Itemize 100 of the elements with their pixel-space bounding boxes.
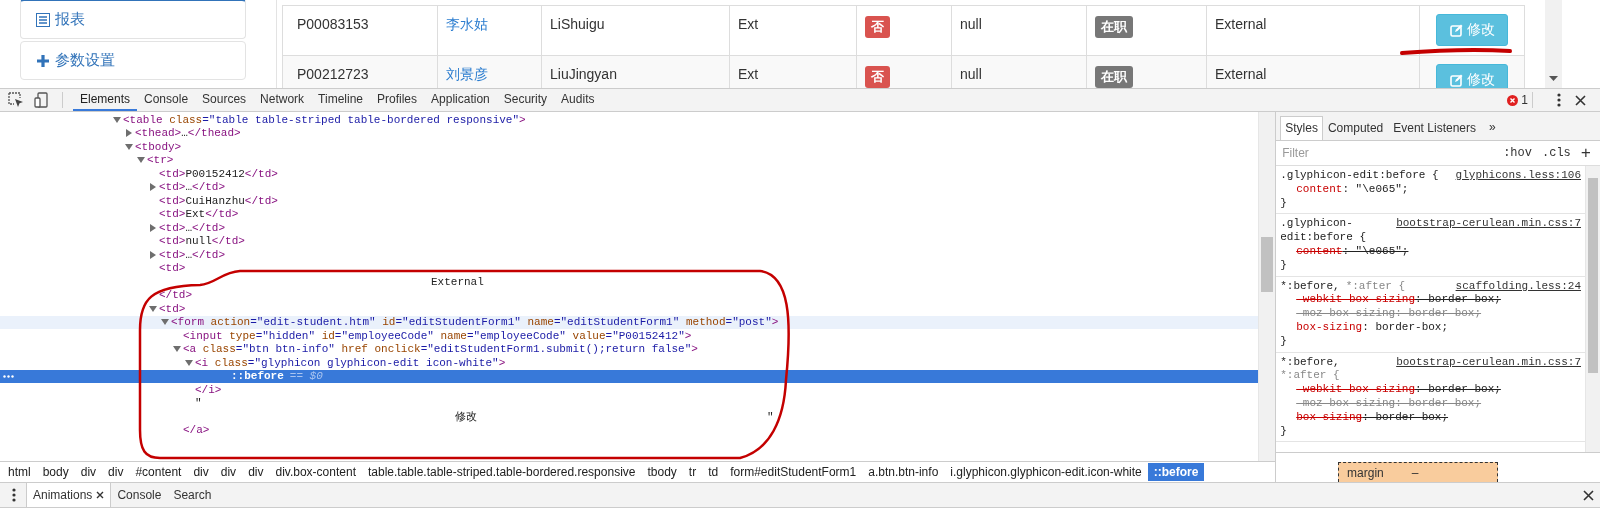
expand-triangle-icon[interactable] <box>161 318 169 327</box>
scroll-down-icon[interactable] <box>1549 76 1558 82</box>
expand-triangle-icon[interactable] <box>137 156 145 165</box>
expand-triangle-icon[interactable] <box>149 183 157 192</box>
dom-node[interactable]: <input type="hidden" id="employeeCode" name="employeeCode" value="P00152412"> <box>183 329 692 342</box>
text-node[interactable]: " <box>767 410 774 423</box>
close-icon[interactable] <box>1575 94 1586 106</box>
breadcrumb-item[interactable]: tbody <box>641 463 683 481</box>
drawer-tab[interactable]: Animations <box>26 483 112 507</box>
breadcrumb-item[interactable]: tr <box>682 463 703 481</box>
more-icon[interactable] <box>12 488 16 502</box>
dom-node[interactable]: <form action="edit-student.htm" id="editStudentForm1" name="editStudentForm1" method="post"> <box>171 316 779 329</box>
sidebar-item[interactable]: 报表 <box>20 0 246 39</box>
breadcrumb-item[interactable]: div <box>242 463 270 481</box>
expand-triangle-icon[interactable] <box>113 115 121 124</box>
expand-triangle-icon[interactable] <box>185 358 193 367</box>
close-icon[interactable] <box>96 491 105 499</box>
expand-triangle-icon[interactable] <box>149 223 157 232</box>
page-scrollbar[interactable] <box>1545 0 1562 88</box>
expand-triangle-icon[interactable] <box>125 129 133 138</box>
css-declaration[interactable]: -moz-box-sizing: border-box; <box>1280 396 1482 411</box>
breadcrumb-item[interactable]: i.glyphicon.glyphicon-edit.icon-white <box>944 463 1148 481</box>
dom-node[interactable]: <td>P00152412</td> <box>159 167 278 180</box>
expand-triangle-icon[interactable] <box>149 250 157 259</box>
devtools-tab[interactable]: Network <box>253 89 312 111</box>
source-link[interactable]: bootstrap-cerulean.min.css:7 <box>1396 217 1581 245</box>
breadcrumb-item[interactable]: div <box>74 463 103 481</box>
device-icon[interactable] <box>34 92 48 108</box>
text-node[interactable]: External <box>431 275 484 288</box>
name-link[interactable]: 刘景彦 <box>446 66 488 82</box>
expand-triangle-icon[interactable] <box>125 142 133 151</box>
dom-node[interactable]: <i class="glyphicon glyphicon-edit icon-white"> <box>195 356 506 369</box>
dom-node[interactable]: <td> <box>159 302 186 315</box>
dom-node[interactable]: <td>…</td> <box>159 181 226 194</box>
expand-triangle-icon[interactable] <box>173 345 181 354</box>
css-declaration[interactable]: box-sizing: border-box; <box>1280 320 1449 335</box>
breadcrumb-item[interactable]: form#editStudentForm1 <box>724 463 863 481</box>
styles-tab[interactable]: Computed <box>1322 116 1389 140</box>
dom-node[interactable]: <td> <box>159 262 186 275</box>
css-declaration[interactable]: content: "\e065"; <box>1280 245 1409 259</box>
styles-tab[interactable]: Event Listeners <box>1388 116 1481 140</box>
breadcrumb-item[interactable]: table.table.table-striped.table-bordered.responsive <box>361 463 642 481</box>
devtools-tab[interactable]: Timeline <box>311 89 370 111</box>
dom-node[interactable]: <tr> <box>147 154 174 167</box>
dom-node[interactable]: <td>…</td> <box>159 221 226 234</box>
hover-state-button[interactable]: :hov <box>1498 146 1537 160</box>
dom-scrollbar[interactable] <box>1258 112 1276 461</box>
breadcrumb-item[interactable]: div.box-content <box>269 463 362 481</box>
new-rule-button[interactable]: + <box>1575 143 1596 163</box>
breadcrumb-item[interactable]: #content <box>129 463 188 481</box>
dom-node[interactable]: <table class="table table-striped table-bordered responsive"> <box>123 113 526 126</box>
devtools-tab[interactable]: Console <box>137 89 196 111</box>
name-link[interactable]: 李水姑 <box>446 16 488 32</box>
error-count[interactable]: 1 <box>1521 93 1528 107</box>
dom-node[interactable]: <tbody> <box>135 140 182 153</box>
inspect-icon[interactable] <box>8 92 24 108</box>
sidebar-item[interactable]: 参数设置 <box>20 41 246 80</box>
text-node[interactable]: 修改 <box>455 409 477 425</box>
dom-node[interactable]: <td>…</td> <box>159 248 226 261</box>
dom-node[interactable]: <td>Ext</td> <box>159 208 239 221</box>
breadcrumb-item[interactable]: ::before <box>1147 463 1205 481</box>
devtools-tab[interactable]: Application <box>424 89 497 111</box>
breadcrumb-item[interactable]: div <box>214 463 243 481</box>
error-icon[interactable] <box>1507 94 1519 106</box>
css-declaration[interactable]: content: "\e065"; <box>1280 182 1409 197</box>
dom-node[interactable]: <thead>…</thead> <box>135 127 241 140</box>
css-declaration[interactable]: -moz-box-sizing: border-box; <box>1280 307 1482 321</box>
devtools-tab[interactable]: Sources <box>195 89 254 111</box>
devtools-tab[interactable]: Profiles <box>370 89 425 111</box>
breadcrumb-item[interactable]: div <box>187 463 215 481</box>
dom-node[interactable]: ::before <box>231 370 284 383</box>
drawer-tab[interactable]: Search <box>167 483 218 507</box>
breadcrumb-item[interactable]: a.btn.btn-info <box>862 463 945 481</box>
css-declaration[interactable]: -webkit-box-sizing: border-box; <box>1280 383 1501 397</box>
styles-scrollbar[interactable] <box>1585 166 1600 452</box>
dom-node[interactable]: <td>null</td> <box>159 235 245 248</box>
devtools-tab[interactable]: Audits <box>554 89 602 111</box>
css-declaration[interactable]: -webkit-box-sizing: border-box; <box>1280 293 1501 308</box>
source-link[interactable]: bootstrap-cerulean.min.css:7 <box>1396 355 1581 384</box>
css-declaration[interactable]: box-sizing: border-box; <box>1280 410 1449 425</box>
breadcrumb-item[interactable]: html <box>2 463 37 481</box>
class-button[interactable]: .cls <box>1537 146 1576 160</box>
drawer-tab[interactable]: Console <box>111 483 168 507</box>
breadcrumb-item[interactable]: div <box>102 463 130 481</box>
source-link[interactable]: scaffolding.less:24 <box>1455 279 1581 294</box>
devtools-tab[interactable]: Security <box>496 89 555 111</box>
source-link[interactable]: glyphicons.less:106 <box>1455 169 1581 183</box>
dom-node[interactable]: </i> <box>195 383 222 396</box>
more-tabs-button[interactable]: » <box>1481 116 1504 140</box>
styles-tab[interactable]: Styles <box>1280 116 1323 140</box>
dom-node[interactable]: </td> <box>159 289 192 302</box>
more-icon[interactable] <box>1557 93 1561 107</box>
breadcrumb-item[interactable]: body <box>36 463 75 481</box>
expand-triangle-icon[interactable] <box>149 304 157 313</box>
devtools-tab[interactable]: Elements <box>73 89 138 111</box>
text-node[interactable]: " <box>195 397 202 410</box>
breadcrumb-item[interactable]: td <box>702 463 725 481</box>
dom-node[interactable]: </a> <box>183 424 210 437</box>
close-icon[interactable] <box>1583 489 1594 501</box>
dom-node[interactable]: <td>CuiHanzhu</td> <box>159 194 278 207</box>
